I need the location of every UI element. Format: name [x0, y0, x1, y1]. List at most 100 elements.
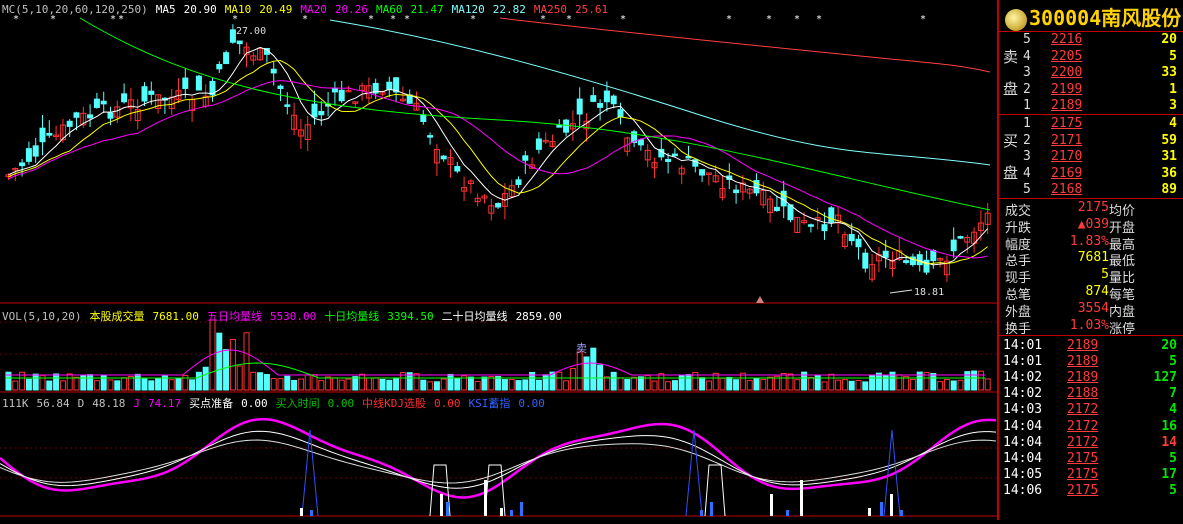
volume-bar: [501, 379, 508, 391]
sell-row[interactable]: 4 2205 5: [999, 49, 1183, 65]
candle-body: [32, 145, 39, 157]
volume-bar: [277, 378, 284, 391]
tick-time: 14:03: [1003, 402, 1043, 418]
candle-body: [46, 133, 53, 136]
legend-item: 本股成交量: [89, 310, 145, 323]
volume-bar: [909, 378, 916, 391]
candle-body: [855, 238, 862, 248]
volume-bar: [236, 365, 243, 391]
signal-shape: [704, 464, 726, 517]
tick-volume: 127: [1153, 370, 1177, 386]
candle-body: [610, 95, 617, 105]
volume-bar: [134, 373, 141, 391]
volume-bar: [576, 351, 583, 391]
volume-bar: [780, 372, 787, 391]
kline-chart[interactable]: * * * * * * * * * * * * * * * * * *27.0018.81卖: [0, 0, 997, 520]
signal-bar: [446, 502, 449, 516]
volume-bar: [427, 381, 434, 391]
candle-body: [454, 166, 461, 172]
candle-body: [515, 179, 522, 185]
candle-body: [87, 114, 94, 119]
vol-ma10-line: [6, 362, 986, 379]
volume-bar: [930, 373, 937, 391]
tick-row: 14:03 2172 4: [999, 402, 1183, 418]
volume-bar: [25, 378, 32, 391]
legend-item: 74.17: [148, 397, 182, 410]
candle-body: [950, 239, 957, 252]
sell-row[interactable]: 2 2199 1: [999, 82, 1183, 98]
volume-bar: [474, 381, 481, 391]
indicator-legend: 111K 56.84 D 48.18 J 74.17 买点准备 0.00 买入时间 0.00 中线K…: [2, 395, 553, 411]
candle-body: [39, 127, 46, 143]
stat-label: 换手: [1005, 321, 1032, 337]
volume-bar: [297, 378, 304, 391]
volume-bar: [848, 380, 855, 391]
legend-item: 3394.50: [387, 310, 434, 323]
volume-bar: [896, 374, 903, 391]
sell-row[interactable]: 1 2189 3: [999, 98, 1183, 114]
kdj-k-line: [0, 430, 997, 489]
volume-bar: [467, 376, 474, 391]
volume-bar: [386, 379, 393, 391]
tick-row: 14:06 2175 5: [999, 483, 1183, 499]
tick-volume: 7: [1169, 386, 1177, 402]
buy-row[interactable]: 1 2175 4: [999, 116, 1183, 132]
candle-body: [773, 206, 780, 212]
tick-time: 14:06: [1003, 482, 1043, 498]
candle-body: [121, 93, 128, 103]
level: 3: [1023, 149, 1031, 165]
sell-row[interactable]: 3 2200 33: [999, 65, 1183, 81]
volume-bar: [270, 378, 277, 391]
buy-row[interactable]: 2 2171 59: [999, 133, 1183, 149]
volume-bar: [631, 376, 638, 391]
volume-bar: [903, 376, 910, 391]
volume-bar: [705, 380, 712, 391]
buy-row[interactable]: 4 2169 36: [999, 166, 1183, 182]
tick-volume: 17: [1161, 466, 1177, 482]
volume-bar: [753, 378, 760, 391]
price: 2175: [1051, 116, 1083, 131]
triangle-marker: [756, 296, 764, 303]
stat-row: 总手 7681 最低: [999, 250, 1183, 269]
sell-row[interactable]: 5 2216 20: [999, 32, 1183, 48]
volume-bar: [148, 380, 155, 391]
tick-volume: 5: [1169, 482, 1177, 498]
volume-bar: [794, 379, 801, 391]
buy-row[interactable]: 5 2168 89: [999, 182, 1183, 198]
tick-price: 2189: [1067, 354, 1099, 370]
volume-bar: [746, 380, 753, 391]
volume: 89: [1161, 182, 1177, 198]
stat-value: 3554: [1077, 300, 1109, 316]
volume-bar: [413, 373, 420, 391]
buy-row[interactable]: 3 2170 31: [999, 149, 1183, 165]
legend-item: 56.84: [36, 397, 70, 410]
legend-item: 5530.00: [269, 310, 317, 323]
signal-bar: [500, 508, 503, 516]
volume-bar: [760, 378, 767, 391]
volume: 3: [1169, 98, 1177, 114]
level: 3: [1023, 65, 1031, 81]
chart-area[interactable]: * * * * * * * * * * * * * * * * * * 27.00 18.81 卖 MC(5,10,20…: [0, 0, 997, 520]
volume-bar: [835, 379, 842, 391]
volume-bar: [189, 379, 196, 391]
volume-bar: [263, 373, 270, 391]
volume-bar: [325, 376, 332, 391]
tick-price: 2189: [1067, 338, 1099, 353]
tick-volume: 16: [1161, 418, 1177, 434]
stat-value: 7681: [1077, 250, 1109, 266]
volume-bar: [372, 377, 379, 391]
volume-bar: [665, 381, 672, 391]
tick-time: 14:02: [1003, 386, 1043, 402]
candle-body: [386, 81, 393, 91]
candle-body: [195, 75, 202, 91]
volume-bar: [12, 380, 19, 391]
volume-bar: [481, 376, 488, 391]
candle-body: [671, 153, 678, 157]
signal-bar: [900, 510, 903, 516]
tick-price: 2175: [1067, 466, 1099, 482]
legend-item: 二十日均量线: [441, 310, 508, 323]
candle-body: [107, 112, 114, 119]
volume-bar: [535, 379, 542, 391]
volume: 31: [1161, 149, 1177, 165]
volume-bar: [651, 380, 658, 391]
